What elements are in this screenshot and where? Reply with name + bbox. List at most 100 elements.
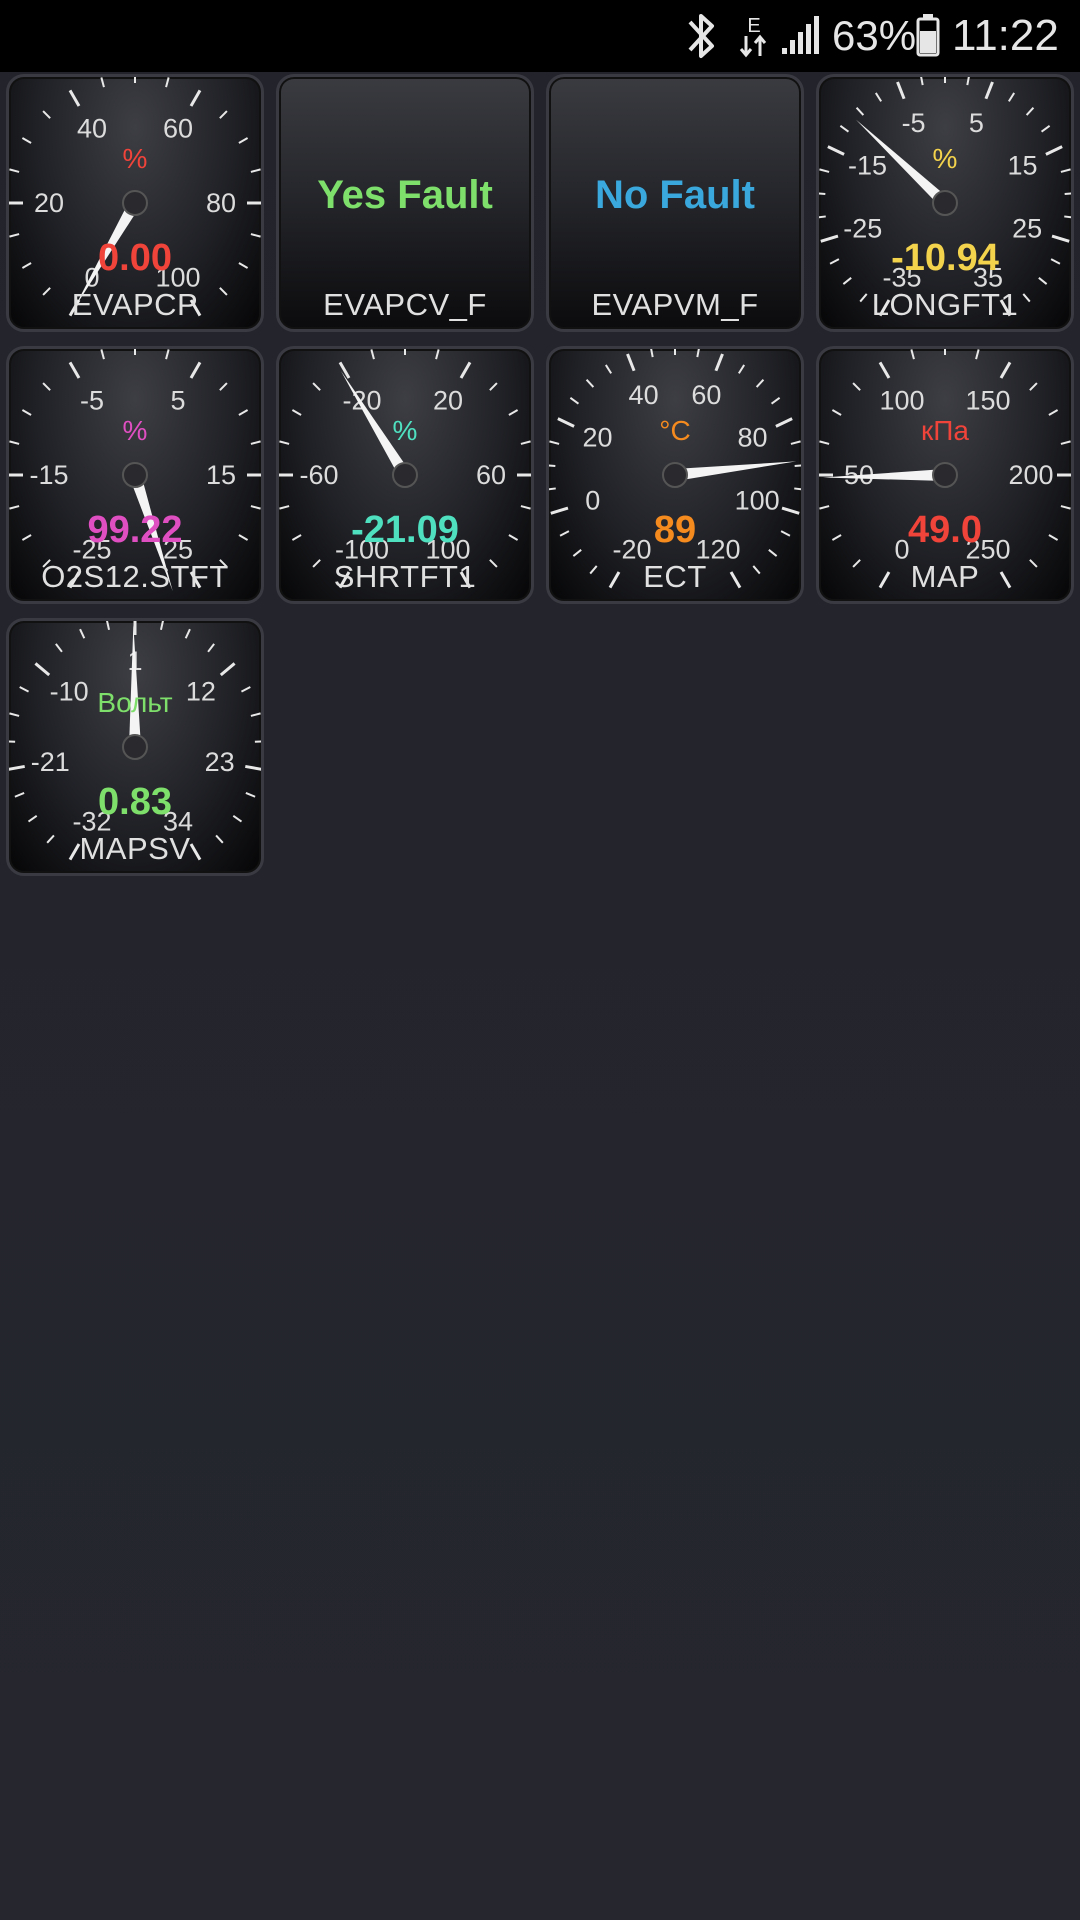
status-bar: E 63% 11:22 [0,0,1080,72]
gauge-shrtft1[interactable]: -100 -60 -20 20 60 100% -21.09 SHRTFT1 [276,346,534,604]
tick-label: -15 [29,460,68,490]
needle-hub [122,190,148,216]
minor-tick [794,487,801,491]
battery-percent: 63% [832,12,917,59]
minor-tick [219,110,228,119]
minor-tick [549,487,556,491]
minor-tick [755,379,765,388]
gauge-label: EVAPCP [71,287,199,322]
gauge-label: LONGFT1 [871,287,1019,322]
needle-hub [122,734,148,760]
gauge-label: MAPSV [79,831,191,866]
minor-tick [1007,92,1016,102]
data-transfer-icon: E [739,15,767,58]
tick-label: 20 [34,188,64,218]
gauge-evapcp[interactable]: 020406080100%0.00EVAPCP [6,74,264,332]
minor-tick [966,77,970,86]
minor-tick [100,77,105,88]
fault-status: No Fault [595,173,755,217]
major-tick [896,81,906,100]
gauge-value: 89 [653,509,697,551]
minor-tick [650,349,654,358]
minor-tick [819,192,826,196]
gauge-longft1[interactable]: -35 -25 -15 -5 5 15 25 35% -10.94 LONGFT1 [816,74,1074,332]
minor-tick [100,349,105,360]
gauge-mapsv[interactable]: -32-21-101122334Вольт0.83MAPSV [6,618,264,876]
major-tick [219,662,236,677]
gauge-value: 99.22 [87,509,183,551]
minor-tick [839,124,850,133]
minor-tick [489,382,498,391]
major-tick [189,361,202,379]
minor-tick [106,621,111,631]
gauge-o2s12_stft[interactable]: -25 -15 -5 5 15 25% 99.22 O2S12.STFT [6,346,264,604]
tick-label: 15 [206,460,236,490]
major-tick [9,764,25,771]
minor-tick [312,382,321,391]
gauge-map[interactable]: 0 50 100 150 200 250 кПа 49.0 MAP [816,346,1074,604]
major-tick [984,81,994,100]
gauge-evapcv_f[interactable]: Yes Fault EVAPCV_F [276,74,534,332]
minor-tick [569,396,580,405]
minor-tick [874,92,883,102]
major-tick [245,764,261,771]
minor-tick [55,643,63,653]
minor-tick [910,349,915,360]
gauge-unit: кПа [921,415,969,446]
minor-tick [1025,107,1035,116]
needle [823,469,946,481]
gauge-unit: % [932,143,958,174]
gauge-unit: °C [659,415,691,446]
tick-label: -5 [902,108,926,138]
gauge-evapvm_f[interactable]: No Fault EVAPVM_F [546,74,804,332]
gauge-label: O2S12.STFT [41,559,229,594]
minor-tick [819,215,826,219]
tick-label: 150 [965,386,1010,416]
minor-tick [604,364,613,374]
major-tick [34,662,51,677]
clock: 11:22 [952,11,1059,60]
tick-label: -5 [80,386,104,416]
gauge-value: 0.83 [98,781,172,823]
needle-hub [662,462,688,488]
minor-tick [207,643,215,653]
tick-label: 200 [1008,460,1053,490]
svg-text:E: E [747,15,760,37]
needle-hub [932,190,958,216]
tick-label: 40 [629,380,659,410]
minor-tick [1064,192,1071,196]
minor-tick [585,379,595,388]
major-tick [68,89,81,107]
battery-icon [916,14,940,57]
gauge-value: 0.00 [98,237,172,279]
tick-label: 5 [170,386,185,416]
tick-label: -60 [299,460,338,490]
minor-tick [435,349,440,360]
gauge-ect[interactable]: -20 0 20 40 60 80 100 120 °C 89 ECT [546,346,804,604]
tick-label: 60 [691,380,721,410]
major-tick [459,361,472,379]
gauge-value: -21.09 [351,509,459,551]
tick-label: -20 [342,386,381,416]
tick-label: 5 [969,108,984,138]
gauge-label: EVAPVM_F [591,287,759,322]
major-tick [999,361,1012,379]
gauge-value: 49.0 [908,509,982,551]
minor-tick [549,464,556,468]
gauge-unit: Вольт [97,687,173,718]
tick-label: 20 [433,386,463,416]
major-tick [338,361,351,379]
major-tick [626,353,636,372]
minor-tick [975,349,980,360]
fault-status: Yes Fault [317,173,493,217]
gauge-label: SHRTFT1 [333,559,477,594]
minor-tick [219,382,228,391]
major-tick [189,89,202,107]
bluetooth-icon [688,14,714,58]
minor-tick [855,107,865,116]
gauge-label: ECT [643,559,707,594]
minor-tick [696,349,700,358]
minor-tick [770,396,781,405]
tick-label: -21 [31,747,70,777]
major-tick [878,361,891,379]
